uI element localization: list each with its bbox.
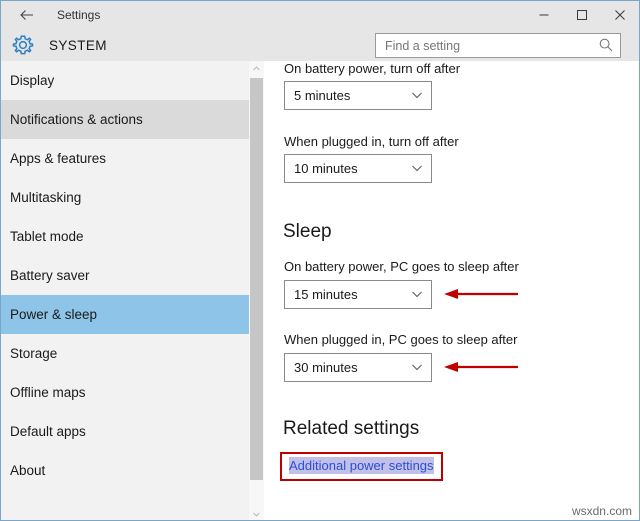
- sidebar-item-label: Notifications & actions: [10, 112, 143, 127]
- minimize-button[interactable]: [525, 1, 563, 29]
- sidebar-item-label: Default apps: [10, 424, 86, 439]
- chevron-down-icon: [410, 287, 424, 301]
- minimize-icon: [538, 9, 550, 21]
- scrollbar-thumb[interactable]: [250, 78, 263, 480]
- settings-window: Settings SYSTEM Find a setting Display N…: [0, 0, 640, 521]
- window-title: Settings: [57, 8, 101, 22]
- sidebar-item-power-sleep[interactable]: Power & sleep: [1, 295, 249, 334]
- sidebar-item-about[interactable]: About: [1, 451, 249, 490]
- back-arrow-icon: [18, 6, 36, 24]
- sidebar-item-label: Apps & features: [10, 151, 107, 166]
- dropdown-screen-battery-turn-off[interactable]: 5 minutes: [284, 81, 432, 110]
- section-heading-sleep: Sleep: [283, 221, 332, 242]
- sidebar-item-label: Offline maps: [10, 385, 86, 400]
- sidebar-item-apps-features[interactable]: Apps & features: [1, 139, 249, 178]
- search-icon[interactable]: [598, 37, 614, 53]
- section-heading-related-settings: Related settings: [283, 418, 420, 439]
- sidebar-item-tablet-mode[interactable]: Tablet mode: [1, 217, 249, 256]
- sidebar-item-notifications-actions[interactable]: Notifications & actions: [1, 100, 249, 139]
- dropdown-value: 5 minutes: [294, 88, 351, 103]
- watermark: wsxdn.com: [571, 504, 632, 518]
- label-sleep-battery: On battery power, PC goes to sleep after: [284, 259, 519, 274]
- sidebar-item-label: Power & sleep: [10, 307, 98, 322]
- maximize-icon: [576, 9, 588, 21]
- sidebar-item-label: About: [10, 463, 46, 478]
- arrow-to-plugged-sleep-dropdown: [442, 360, 520, 374]
- sidebar-item-default-apps[interactable]: Default apps: [1, 412, 249, 451]
- sidebar-item-label: Multitasking: [10, 190, 82, 205]
- sidebar-item-label: Display: [10, 73, 55, 88]
- chevron-down-icon: [252, 510, 261, 519]
- chevron-down-icon: [410, 360, 424, 374]
- label-sleep-plugged: When plugged in, PC goes to sleep after: [284, 332, 518, 347]
- sidebar-item-label: Tablet mode: [10, 229, 84, 244]
- sidebar-item-display[interactable]: Display: [1, 61, 249, 100]
- search-input[interactable]: [385, 34, 590, 57]
- chevron-down-icon: [410, 88, 424, 102]
- sidebar-item-label: Battery saver: [10, 268, 90, 283]
- dropdown-sleep-battery[interactable]: 15 minutes: [284, 280, 432, 309]
- page-header: SYSTEM: [1, 29, 639, 61]
- dropdown-value: 30 minutes: [294, 360, 358, 375]
- sidebar-item-battery-saver[interactable]: Battery saver: [1, 256, 249, 295]
- gear-icon: [10, 32, 36, 58]
- chevron-up-icon: [252, 64, 261, 73]
- arrow-to-battery-sleep-dropdown: [442, 287, 520, 301]
- window-controls: [525, 1, 639, 29]
- sidebar-item-storage[interactable]: Storage: [1, 334, 249, 373]
- close-button[interactable]: [601, 1, 639, 29]
- sidebar-scrollbar[interactable]: [249, 61, 264, 520]
- maximize-button[interactable]: [563, 1, 601, 29]
- scroll-down-button[interactable]: [249, 507, 264, 520]
- sidebar-item-label: Storage: [10, 346, 58, 361]
- label-screen-battery-turn-off: On battery power, turn off after: [284, 61, 461, 76]
- chevron-down-icon: [410, 161, 424, 175]
- dropdown-sleep-plugged[interactable]: 30 minutes: [284, 353, 432, 382]
- title-bar: Settings: [1, 1, 639, 29]
- sidebar-item-multitasking[interactable]: Multitasking: [1, 178, 249, 217]
- back-button[interactable]: [5, 1, 49, 29]
- additional-power-settings-highlight: Additional power settings: [280, 452, 443, 481]
- sidebar-nav: Display Notifications & actions Apps & f…: [1, 61, 249, 520]
- label-screen-plugged-turn-off: When plugged in, turn off after: [284, 134, 459, 149]
- dropdown-value: 10 minutes: [294, 161, 358, 176]
- sidebar-item-offline-maps[interactable]: Offline maps: [1, 373, 249, 412]
- dropdown-value: 15 minutes: [294, 287, 358, 302]
- settings-content: On battery power, turn off after 5 minut…: [264, 61, 639, 520]
- dropdown-screen-plugged-turn-off[interactable]: 10 minutes: [284, 154, 432, 183]
- close-icon: [614, 9, 626, 21]
- additional-power-settings-link[interactable]: Additional power settings: [289, 457, 434, 474]
- scroll-up-button[interactable]: [249, 61, 264, 76]
- search-box[interactable]: [375, 33, 621, 58]
- page-title: SYSTEM: [49, 38, 107, 53]
